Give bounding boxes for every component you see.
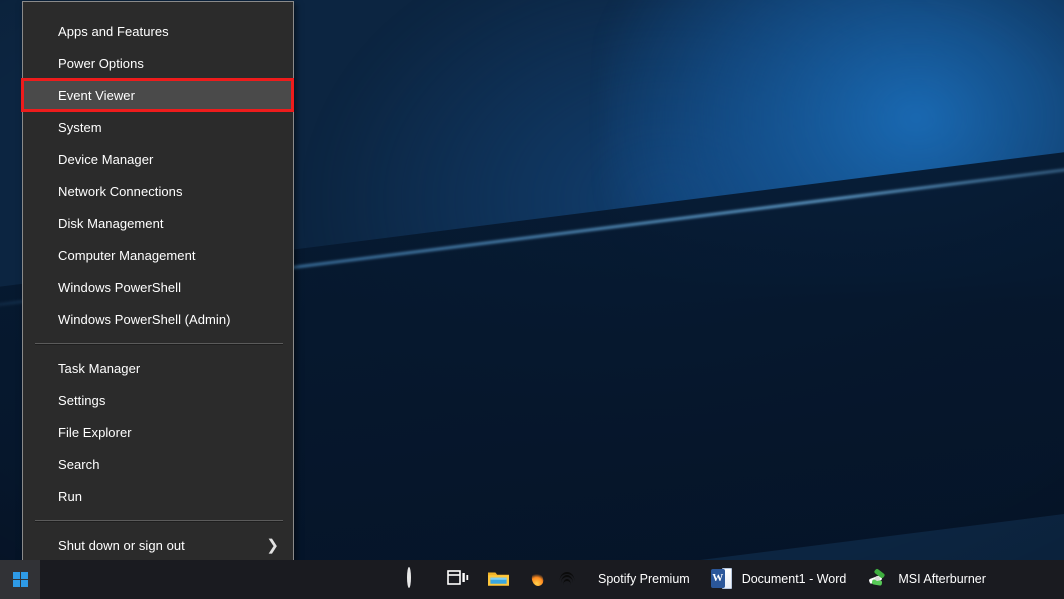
- msi-afterburner-icon: [867, 567, 889, 590]
- taskbar-button-cortana-circle[interactable]: [398, 560, 438, 599]
- menu-separator: [35, 343, 283, 345]
- menu-item-label: Windows PowerShell (Admin): [58, 312, 231, 327]
- taskbar-button-word[interactable]: W Document1 - Word: [702, 560, 859, 599]
- menu-item-windows-powershell[interactable]: Windows PowerShell: [23, 272, 293, 304]
- word-glyph: W: [710, 568, 725, 588]
- desktop-screen: Apps and Features Power Options Event View…: [0, 0, 1064, 599]
- menu-item-event-viewer[interactable]: Event Viewer: [23, 80, 293, 112]
- cortana-circle-icon: [407, 566, 429, 591]
- menu-item-computer-management[interactable]: Computer Management: [23, 240, 293, 272]
- menu-item-task-manager[interactable]: Task Manager: [23, 353, 293, 385]
- winx-power-user-menu[interactable]: Apps and Features Power Options Event View…: [22, 1, 294, 586]
- spotify-icon: [559, 568, 589, 590]
- menu-item-label: Disk Management: [58, 216, 164, 231]
- file-explorer-icon: [487, 569, 509, 591]
- menu-item-shut-down-or-sign-out[interactable]: Shut down or sign out ❯: [23, 530, 293, 562]
- taskbar-button-msi-afterburner[interactable]: MSI Afterburner: [858, 560, 998, 599]
- menu-item-label: Network Connections: [58, 184, 183, 199]
- menu-item-file-explorer[interactable]: File Explorer: [23, 417, 293, 449]
- windows-logo-icon: [12, 572, 28, 587]
- taskbar-buttons: Spotify Premium W Document1 - Word MSI Afte…: [398, 560, 998, 599]
- menu-item-label: Run: [58, 489, 82, 504]
- menu-item-label: Computer Management: [58, 248, 196, 263]
- taskbar-button-firefox[interactable]: [518, 560, 558, 599]
- menu-item-windows-powershell-admin[interactable]: Windows PowerShell (Admin): [23, 304, 293, 336]
- task-view-icon: [447, 569, 469, 591]
- firefox-icon: [527, 569, 549, 591]
- menu-item-run[interactable]: Run: [23, 481, 293, 513]
- menu-item-disk-management[interactable]: Disk Management: [23, 208, 293, 240]
- menu-item-apps-and-features[interactable]: Apps and Features: [23, 16, 293, 48]
- taskbar-button-label: Spotify Premium: [598, 571, 690, 586]
- menu-item-label: Apps and Features: [58, 24, 169, 39]
- menu-separator: [35, 520, 283, 522]
- taskbar-button-label: Document1 - Word: [741, 571, 847, 586]
- menu-item-label: Shut down or sign out: [58, 538, 185, 553]
- menu-item-label: Event Viewer: [58, 88, 135, 103]
- menu-item-system[interactable]: System: [23, 112, 293, 144]
- menu-item-label: Device Manager: [58, 152, 154, 167]
- menu-item-settings[interactable]: Settings: [23, 385, 293, 417]
- menu-item-label: Search: [58, 457, 100, 472]
- taskbar[interactable]: Spotify Premium W Document1 - Word MSI Afte…: [0, 560, 1064, 599]
- menu-item-label: System: [58, 120, 102, 135]
- menu-item-label: File Explorer: [58, 425, 132, 440]
- menu-item-label: Settings: [58, 393, 106, 408]
- menu-item-network-connections[interactable]: Network Connections: [23, 176, 293, 208]
- taskbar-button-file-explorer[interactable]: [478, 560, 518, 599]
- menu-item-power-options[interactable]: Power Options: [23, 48, 293, 80]
- start-button[interactable]: [0, 560, 40, 599]
- word-icon: W: [710, 567, 733, 590]
- chevron-right-icon: ❯: [266, 537, 279, 554]
- taskbar-button-spotify[interactable]: Spotify Premium: [558, 560, 702, 599]
- menu-item-label: Windows PowerShell: [58, 280, 182, 295]
- taskbar-button-task-view[interactable]: [438, 560, 478, 599]
- menu-item-label: Task Manager: [58, 361, 141, 376]
- taskbar-button-label: MSI Afterburner: [898, 571, 986, 586]
- menu-item-search[interactable]: Search: [23, 449, 293, 481]
- menu-item-label: Power Options: [58, 56, 144, 71]
- menu-item-device-manager[interactable]: Device Manager: [23, 144, 293, 176]
